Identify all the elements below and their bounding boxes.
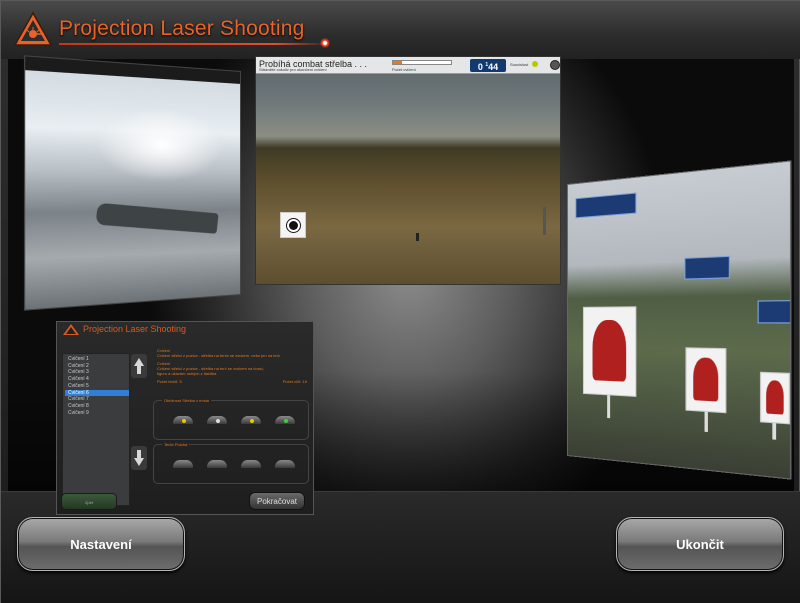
- exercise-list-item: Cvičení 2: [68, 362, 89, 369]
- goal-count: Počet cílů: 15: [282, 379, 307, 384]
- difficulty-option: [172, 415, 194, 425]
- connection-label: Souvislost: [510, 62, 529, 67]
- exercise-list-item: Cvičení 4: [68, 376, 89, 383]
- exercise-list: Cvičení 1 Cvičení 2 Cvičení 3 Cvičení 4 Cvič…: [62, 353, 130, 506]
- continue-button-preview: Pokračovat: [249, 492, 305, 510]
- preview-hud-panel: [757, 300, 792, 324]
- target-option: [274, 459, 296, 469]
- power-icon: [550, 60, 560, 70]
- difficulty-option: [274, 415, 296, 425]
- arrow-down-icon: [131, 446, 147, 470]
- settings-button[interactable]: Nastavení: [17, 517, 185, 571]
- exercise-progress-label: Počet cvičení: [392, 67, 416, 72]
- score-tail: 44: [488, 62, 499, 72]
- target-option: [172, 459, 194, 469]
- target-post: [607, 395, 611, 419]
- exercise-description: Cvičení Cvičení střelci z pozice - střel…: [157, 348, 307, 384]
- target-post: [416, 233, 419, 241]
- target-post: [772, 423, 777, 440]
- preview-hud-panel: [575, 192, 637, 219]
- exercise-list-item: Cvičení 8: [68, 402, 89, 409]
- app-window: Projection Laser Shooting Probíhá combat…: [0, 0, 800, 603]
- target-count: Počet terčů: 5: [157, 379, 182, 384]
- connection-led-icon: [532, 61, 538, 67]
- silhouette-target: [759, 371, 791, 425]
- header: Projection Laser Shooting: [1, 1, 800, 59]
- preview-subtitle: Stiskněte cokoliv pro ukončení cvičení: [259, 67, 327, 72]
- preview-status-bar: Probíhá combat střelba . . . Stiskněte c…: [256, 57, 560, 74]
- arrow-up-icon: [131, 354, 147, 378]
- exercise-list-item: Cvičení 6: [65, 389, 129, 397]
- exercise-list-item: Cvičení 3: [68, 369, 89, 376]
- tank-shape: [95, 202, 219, 234]
- preview-desert-range: Probíhá combat střelba . . . Stiskněte c…: [255, 56, 561, 285]
- silhouette-target: [582, 306, 637, 397]
- preview-silhouette-range: [567, 160, 792, 480]
- preview-exercise-menu: Projection Laser Shooting Cvičení 1 Cviče…: [56, 321, 314, 515]
- difficulty-label: Obtížnost Střelba z místa: [162, 398, 211, 403]
- menu-title: Projection Laser Shooting: [83, 324, 187, 334]
- back-button-preview: Zpět: [61, 493, 117, 510]
- target-post: [543, 207, 546, 235]
- exercise-progress-fill: [393, 61, 402, 64]
- exercise-progress-bar: [392, 60, 452, 65]
- preview-hud-panel: [684, 255, 730, 280]
- cloud-shape: [96, 105, 223, 182]
- difficulty-option: [240, 415, 262, 425]
- title-underline: [59, 43, 329, 45]
- difficulty-group: Obtížnost Střelba z místa: [153, 398, 309, 440]
- laser-warning-triangle-icon: [63, 324, 79, 335]
- target-group: Terče Poloha: [153, 442, 309, 484]
- quit-button[interactable]: Ukončit: [616, 517, 784, 571]
- target-group-label: Terče Poloha: [162, 442, 190, 447]
- score-main: 0: [477, 62, 483, 72]
- exercise-list-item: Cvičení 7: [68, 396, 89, 403]
- target-option: [206, 459, 228, 469]
- target-post: [704, 411, 708, 433]
- target-option: [240, 459, 262, 469]
- bullseye-target-icon: [280, 212, 306, 238]
- laser-warning-triangle-icon: [13, 11, 53, 46]
- preview-winter-scene: [23, 55, 242, 311]
- exercise-list-item: Cvičení 9: [68, 409, 89, 416]
- exercise-list-item: Cvičení 5: [68, 382, 89, 389]
- app-title: Projection Laser Shooting: [59, 17, 305, 40]
- exercise-list-item: Cvičení 1: [68, 356, 89, 362]
- laser-dot-icon: [320, 38, 330, 48]
- difficulty-option: [206, 415, 228, 425]
- silhouette-target: [685, 347, 727, 414]
- score-display: 0 144: [470, 59, 506, 72]
